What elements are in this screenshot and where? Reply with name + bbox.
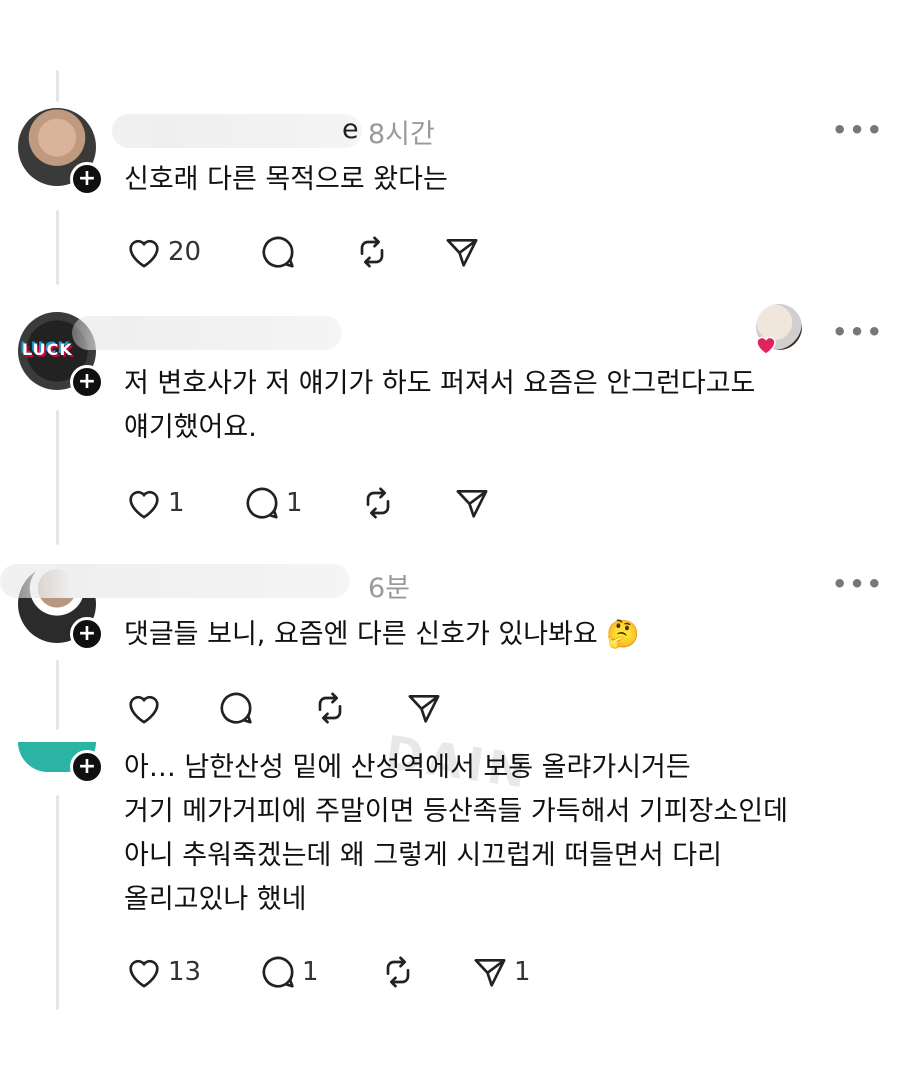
follow-plus-icon[interactable]: + xyxy=(70,750,104,784)
comment-line: 아니 추워죽겠는데 왜 그렇게 시끄럽게 떠들면서 다리 xyxy=(124,840,722,871)
comment-text: 신호래 다른 목적으로 왔다는 xyxy=(124,158,448,202)
repost-icon xyxy=(360,236,384,268)
like-button[interactable]: 20 xyxy=(124,230,201,274)
repost-icon xyxy=(386,956,410,988)
avatar-text: LUCK xyxy=(22,340,73,359)
comment-line: 댓글들 보니, 요즘엔 다른 신호가 있나봐요 🤔 xyxy=(124,619,640,650)
comment-text: 아… 남한산성 밑에 산성역에서 보통 올랴가시거든 거기 메가거피에 주말이면… xyxy=(124,746,788,922)
like-count: 1 xyxy=(168,488,185,518)
share-button[interactable] xyxy=(452,481,492,525)
repost-icon xyxy=(318,692,342,724)
heart-icon xyxy=(129,490,159,519)
share-count: 1 xyxy=(514,957,531,987)
thread-line xyxy=(56,795,59,1010)
heart-icon xyxy=(129,695,159,724)
comment-text: 댓글들 보니, 요즘엔 다른 신호가 있나봐요 🤔 xyxy=(124,613,640,657)
comment-line: 얘기했어요. xyxy=(124,412,257,443)
share-button[interactable]: 1 xyxy=(470,950,531,994)
name-fragment: e xyxy=(342,114,359,145)
username-blurred[interactable] xyxy=(0,564,350,598)
speech-bubble-icon xyxy=(262,956,294,988)
speech-bubble-icon xyxy=(220,692,252,724)
follow-plus-icon[interactable]: + xyxy=(70,162,104,196)
thread-line xyxy=(56,410,59,545)
repost-button[interactable] xyxy=(310,686,350,730)
comment-line: 신호래 다른 목적으로 왔다는 xyxy=(124,164,448,195)
speech-bubble-icon xyxy=(246,487,278,519)
reply-button[interactable] xyxy=(216,686,256,730)
repost-icon xyxy=(366,487,390,519)
timestamp: 8시간 xyxy=(368,119,435,150)
comment-line: 올리고있나 했네 xyxy=(124,884,307,915)
repost-button[interactable] xyxy=(352,230,392,274)
comment-line: 거기 메가거피에 주말이면 등산족들 가득해서 기피장소인데 xyxy=(124,796,788,827)
send-icon xyxy=(456,490,488,518)
reply-button[interactable] xyxy=(258,230,298,274)
username-blurred[interactable] xyxy=(72,316,342,350)
like-count: 13 xyxy=(168,957,202,987)
share-button[interactable] xyxy=(404,686,444,730)
heart-icon xyxy=(129,239,159,268)
reply-button[interactable]: 1 xyxy=(242,481,303,525)
comment-line: 저 변호사가 저 얘기가 하도 퍼져서 요즘은 안그런다고도 xyxy=(124,368,756,399)
like-button[interactable] xyxy=(124,686,164,730)
more-options-icon[interactable]: ••• xyxy=(832,318,884,346)
comment-line: 아… 남한산성 밑에 산성역에서 보통 올랴가시거든 xyxy=(124,752,691,783)
reply-count: 1 xyxy=(302,957,319,987)
send-icon xyxy=(408,695,440,723)
like-count: 20 xyxy=(168,237,202,267)
repost-button[interactable] xyxy=(358,481,398,525)
username-blurred[interactable] xyxy=(112,114,362,148)
heart-filled-icon xyxy=(756,336,776,355)
like-button[interactable]: 1 xyxy=(124,481,185,525)
more-options-icon[interactable]: ••• xyxy=(832,116,884,144)
reply-count: 1 xyxy=(286,488,303,518)
send-icon xyxy=(446,239,478,267)
more-options-icon[interactable]: ••• xyxy=(832,570,884,598)
thread-line xyxy=(56,70,59,102)
follow-plus-icon[interactable]: + xyxy=(70,617,104,651)
timestamp: 6분 xyxy=(368,573,411,604)
like-button[interactable]: 13 xyxy=(124,950,201,994)
thread-line xyxy=(56,660,59,730)
reply-button[interactable]: 1 xyxy=(258,950,319,994)
speech-bubble-icon xyxy=(262,236,294,268)
heart-icon xyxy=(129,959,159,988)
comment-text: 저 변호사가 저 얘기가 하도 퍼져서 요즘은 안그런다고도 얘기했어요. xyxy=(124,362,755,450)
share-button[interactable] xyxy=(442,230,482,274)
repost-button[interactable] xyxy=(378,950,418,994)
send-icon xyxy=(474,959,506,987)
thread-line xyxy=(56,210,59,285)
follow-plus-icon[interactable]: + xyxy=(70,365,104,399)
